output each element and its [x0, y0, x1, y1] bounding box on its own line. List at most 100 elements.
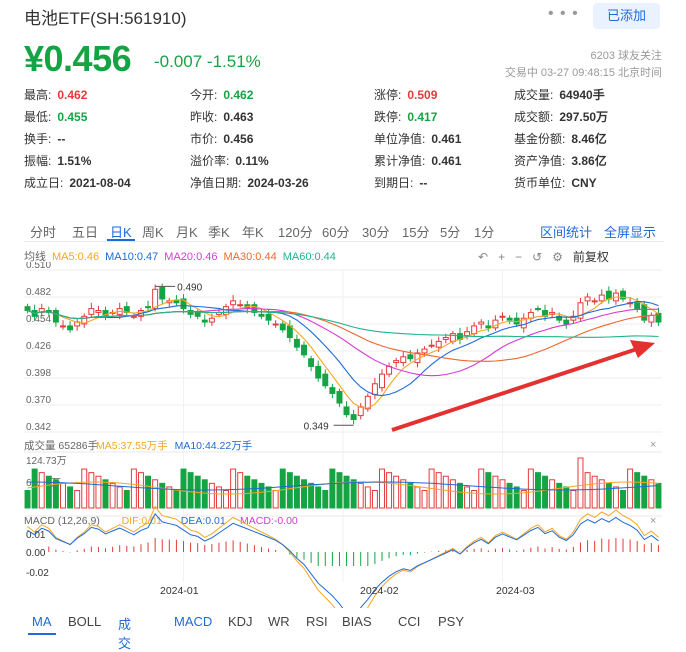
volume-bar[interactable] — [542, 475, 549, 509]
range-stats-link[interactable]: 区间统计 — [540, 222, 592, 241]
volume-bar[interactable] — [116, 486, 123, 509]
candle-body[interactable] — [598, 294, 605, 302]
volume-bar[interactable] — [279, 468, 286, 509]
volume-bar[interactable] — [251, 479, 258, 509]
tab-period[interactable]: 1分 — [474, 222, 494, 241]
volume-bar[interactable] — [67, 486, 74, 509]
candle-body[interactable] — [322, 373, 329, 387]
volume-bar[interactable] — [527, 468, 534, 509]
volume-bar[interactable] — [627, 468, 634, 509]
indicator-tab[interactable]: RSI — [306, 614, 328, 629]
candle-body[interactable] — [159, 286, 166, 300]
volume-bar[interactable] — [329, 468, 336, 509]
candle-body[interactable] — [371, 383, 378, 395]
candle-body[interactable] — [464, 331, 471, 337]
volume-bar[interactable] — [102, 479, 109, 509]
candle-body[interactable] — [506, 317, 513, 321]
volume-bar[interactable] — [584, 472, 591, 509]
volume-bar[interactable] — [301, 479, 307, 509]
volume-bar[interactable] — [655, 482, 662, 509]
volume-bar[interactable] — [577, 457, 584, 509]
candle-body[interactable] — [201, 319, 208, 323]
volume-bar[interactable] — [230, 468, 237, 509]
candle-body[interactable] — [258, 313, 265, 317]
candle-body[interactable] — [442, 337, 449, 340]
candle-body[interactable] — [329, 387, 336, 394]
candle-body[interactable] — [435, 340, 442, 348]
tab-period[interactable]: 周K — [142, 222, 164, 241]
volume-bar[interactable] — [534, 472, 541, 509]
volume-bar[interactable] — [421, 490, 428, 509]
volume-bar[interactable] — [371, 490, 378, 509]
candle-body[interactable] — [634, 302, 641, 310]
close-macd-icon[interactable]: × — [650, 515, 656, 527]
volume-bar[interactable] — [393, 475, 400, 509]
volume-bar[interactable] — [605, 482, 612, 509]
candle-body[interactable] — [350, 414, 357, 420]
tab-period[interactable]: 30分 — [362, 222, 389, 241]
volume-bar[interactable] — [549, 479, 556, 509]
tab-period[interactable]: 季K — [208, 222, 230, 241]
candle-body[interactable] — [60, 325, 66, 328]
volume-bar[interactable] — [237, 472, 244, 509]
indicator-tab[interactable]: 成交量 — [118, 614, 131, 652]
candle-body[interactable] — [301, 344, 307, 356]
volume-bar[interactable] — [442, 475, 449, 509]
candle-body[interactable] — [407, 354, 414, 360]
volume-bar[interactable] — [322, 490, 329, 509]
candle-body[interactable] — [173, 300, 180, 304]
volume-bar[interactable] — [343, 475, 350, 509]
candle-body[interactable] — [428, 344, 435, 347]
volume-bar[interactable] — [24, 490, 31, 509]
candle-body[interactable] — [379, 373, 385, 389]
volume-bar[interactable] — [350, 479, 357, 509]
candle-body[interactable] — [393, 360, 400, 364]
volume-bar[interactable] — [45, 475, 52, 509]
volume-bar[interactable] — [336, 472, 343, 509]
candle-body[interactable] — [237, 304, 244, 307]
volume-bar[interactable] — [492, 475, 499, 509]
candle-body[interactable] — [534, 308, 541, 311]
candle-body[interactable] — [591, 300, 598, 303]
candle-body[interactable] — [24, 306, 31, 311]
volume-bar[interactable] — [166, 486, 173, 509]
tab-period[interactable]: 120分 — [278, 222, 313, 241]
volume-bar[interactable] — [308, 482, 315, 509]
candle-body[interactable] — [641, 304, 648, 321]
volume-bar[interactable] — [641, 475, 648, 509]
volume-bar[interactable] — [513, 486, 520, 509]
fullscreen-link[interactable]: 全屏显示 — [604, 222, 656, 241]
volume-bar[interactable] — [208, 482, 215, 509]
kline-chart[interactable]: 0.510 0.482 0.454 0.426 0.398 0.370 0.342 0.490… — [0, 262, 686, 608]
volume-bar[interactable] — [258, 482, 265, 509]
candle-body[interactable] — [400, 356, 407, 364]
volume-bar[interactable] — [456, 482, 463, 509]
tab-period[interactable]: 60分 — [322, 222, 349, 241]
volume-bar[interactable] — [109, 482, 116, 509]
volume-bar[interactable] — [591, 475, 598, 509]
candle-body[interactable] — [357, 406, 364, 417]
candle-body[interactable] — [315, 365, 322, 379]
volume-bar[interactable] — [357, 482, 364, 509]
volume-bar[interactable] — [137, 472, 144, 509]
indicator-tab[interactable]: MA — [32, 614, 52, 629]
candle-body[interactable] — [130, 315, 137, 318]
volume-bar[interactable] — [38, 472, 45, 509]
indicator-tab[interactable]: BIAS — [342, 614, 372, 629]
candle-body[interactable] — [265, 313, 272, 321]
candle-body[interactable] — [584, 296, 591, 302]
volume-bar[interactable] — [286, 472, 293, 509]
candle-body[interactable] — [279, 323, 286, 331]
volume-bar[interactable] — [386, 472, 393, 509]
candle-body[interactable] — [152, 288, 159, 310]
volume-bar[interactable] — [407, 482, 414, 509]
volume-bar[interactable] — [223, 490, 230, 509]
volume-bar[interactable] — [60, 482, 66, 509]
volume-bar[interactable] — [315, 486, 322, 509]
candle-body[interactable] — [67, 325, 74, 331]
tab-period[interactable]: 15分 — [402, 222, 429, 241]
volume-bar[interactable] — [95, 475, 102, 509]
volume-bar[interactable] — [620, 490, 626, 509]
candle-body[interactable] — [343, 406, 350, 416]
indicator-tab[interactable]: CCI — [398, 614, 420, 629]
